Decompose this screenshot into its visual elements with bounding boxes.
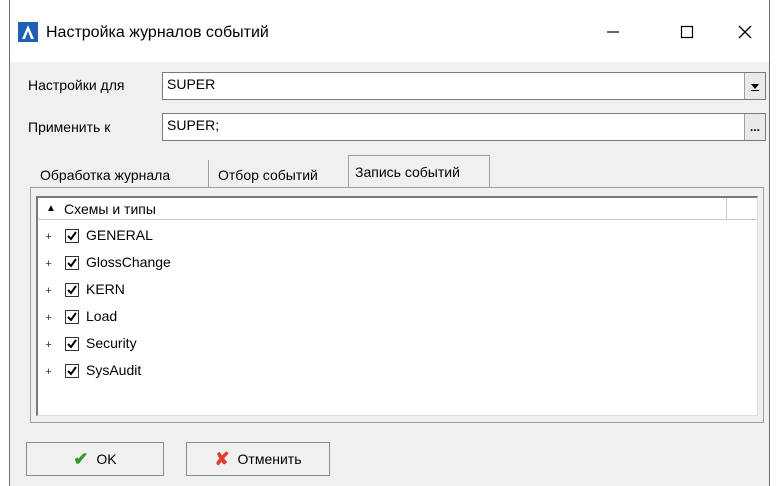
tree-header[interactable]: ▲ Схемы и типы [38,198,757,220]
expand-plus-icon[interactable]: + [44,259,53,270]
dialog-window: Настройка журналов событий Настройки для… [9,0,770,486]
tree-row[interactable]: + KERN [38,280,718,304]
tab-log-processing[interactable]: Обработка журнала [34,160,209,188]
app-icon [18,22,38,42]
checkbox[interactable] [65,337,79,351]
tab-label: Отбор событий [218,167,318,183]
sort-ascending-icon: ▲ [46,203,56,214]
tree-row[interactable]: + Security [38,334,718,358]
expand-plus-icon[interactable]: + [44,340,53,351]
tree-item-label: GENERAL [86,227,153,243]
tree-row[interactable]: + Load [38,307,718,331]
tab-event-recording[interactable]: Запись событий [348,155,490,188]
expand-plus-icon[interactable]: + [44,367,53,378]
expand-plus-icon[interactable]: + [44,286,53,297]
settings-for-label: Настройки для [28,77,125,93]
checkbox[interactable] [65,310,79,324]
cancel-button[interactable]: ✘ Отменить [186,442,330,476]
tree-item-label: Load [86,308,118,324]
tree-item-label: Security [86,335,137,351]
close-button[interactable] [722,14,768,50]
header-divider [726,198,727,220]
maximize-button[interactable] [664,14,710,50]
tab-event-filter[interactable]: Отбор событий [212,160,349,188]
minimize-button[interactable] [590,14,636,50]
ok-button-label: OK [96,451,117,467]
tree-header-label: Схемы и типы [64,201,156,217]
browse-button[interactable]: ... [744,114,765,140]
settings-for-combo[interactable]: SUPER [162,72,766,100]
tree-item-label: GlossChange [86,254,171,270]
browse-button-label: ... [749,120,760,134]
checkbox[interactable] [65,364,79,378]
dropdown-button[interactable] [744,73,765,99]
expand-plus-icon[interactable]: + [44,232,53,243]
title-bar[interactable]: Настройка журналов событий [10,0,769,62]
cancel-button-label: Отменить [237,451,302,467]
cancel-x-icon: ✘ [214,448,230,469]
apply-to-value: SUPER; [167,117,220,133]
chevron-down-icon [751,84,759,91]
checkbox[interactable] [65,283,79,297]
tree-row[interactable]: + GENERAL [38,226,718,250]
tree-item-label: SysAudit [86,362,142,378]
tree-row[interactable]: + GlossChange [38,253,718,277]
ok-button[interactable]: ✔ OK [26,442,164,476]
tree-item-label: KERN [86,281,125,297]
schemes-tree[interactable]: ▲ Схемы и типы + GENERAL + GlossChange +… [36,196,758,416]
apply-to-label: Применить к [28,119,111,135]
expand-plus-icon[interactable]: + [44,313,53,324]
tree-row[interactable]: + SysAudit [38,361,718,385]
settings-for-value: SUPER [167,76,216,92]
window-title: Настройка журналов событий [46,24,269,41]
apply-to-field[interactable]: SUPER; ... [162,113,766,141]
checkbox[interactable] [65,229,79,243]
checkbox[interactable] [65,256,79,270]
tab-label: Обработка журнала [40,167,171,183]
checkmark-icon: ✔ [73,448,89,469]
tab-label: Запись событий [355,164,460,180]
